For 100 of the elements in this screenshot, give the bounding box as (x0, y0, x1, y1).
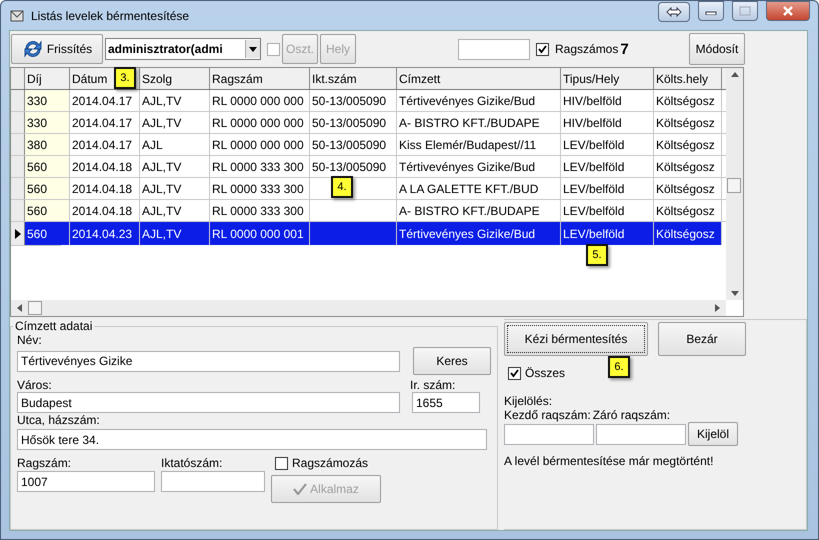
table-cell: AJL,TV (140, 200, 210, 221)
table-cell: 2014.04.18 (70, 200, 140, 221)
table-cell: Költségosz (654, 178, 722, 199)
name-field[interactable]: Tértivevényes Gizike (17, 350, 400, 372)
field-label: Iktatószám: (161, 456, 224, 470)
table-cell: Költségosz (654, 112, 722, 133)
table-cell: LEV/belföld (561, 156, 654, 177)
column-header[interactable]: Költs.hely (654, 68, 722, 89)
table-cell: Költségosz (654, 200, 722, 221)
table-cell: 330 (25, 90, 70, 111)
table-cell: A- BISTRO KFT./BUDAPE (397, 200, 561, 221)
table-cell: 2014.04.23 (70, 222, 140, 245)
table-cell: A- BISTRO KFT./BUDAPE (397, 112, 561, 133)
search-field[interactable] (458, 38, 530, 60)
table-cell: 560 (25, 178, 70, 199)
table-cell: 50-13/005090 (310, 112, 397, 133)
table-cell: 380 (25, 134, 70, 155)
close-button[interactable] (766, 1, 810, 21)
close-icon (782, 6, 794, 16)
section-label: Kijelölés: (504, 394, 554, 408)
column-header[interactable]: Címzett (397, 68, 561, 89)
field-label: Záró raqszám: (592, 408, 670, 422)
checkbox-label: Összes (525, 366, 566, 380)
table-cell: 2014.04.17 (70, 134, 140, 155)
table-cell: HIV/belföld (561, 90, 654, 111)
scroll-right-icon[interactable] (715, 304, 720, 312)
table-cell: LEV/belföld (561, 178, 654, 199)
column-header[interactable]: Díj (25, 68, 70, 89)
callout-label: 5. (586, 244, 608, 266)
table-cell: A LA GALETTE KFT./BUD (397, 178, 561, 199)
column-header[interactable]: Ikt.szám (310, 68, 397, 89)
status-message: A levél bérmentesítése már megtörtént! (504, 454, 714, 468)
postal-code-field[interactable]: 1655 (412, 392, 480, 413)
dropdown-arrow-icon (249, 46, 257, 52)
checkbox[interactable] (275, 456, 288, 470)
column-header[interactable]: Szolg (140, 68, 210, 89)
maximize-button[interactable] (732, 1, 758, 21)
field-label: Kezdő raqszám: (504, 408, 591, 422)
city-field[interactable]: Budapest (17, 392, 400, 413)
table-cell: Tértivevényes Gizike/Bud (397, 90, 561, 111)
table-cell: Költségosz (654, 156, 722, 177)
end-number-field[interactable] (596, 424, 686, 444)
table-cell: 560 (25, 200, 70, 221)
table-cell: 50-13/005090 (310, 134, 397, 155)
field-label: Név: (17, 333, 43, 347)
select-button[interactable]: Kijelöl (688, 422, 738, 446)
scroll-down-icon[interactable] (730, 291, 738, 296)
scroll-thumb[interactable] (28, 301, 42, 315)
table-cell: AJL,TV (140, 112, 210, 133)
current-row-icon (14, 228, 20, 238)
table-cell: LEV/belföld (561, 222, 654, 245)
column-header[interactable]: Ragszám (210, 68, 310, 89)
maximize-icon (739, 6, 751, 16)
field-label: Ir. szám: (410, 378, 456, 392)
search-button[interactable]: Keres (413, 347, 491, 375)
table-cell: RL 0000 333 300 (210, 178, 310, 199)
checkbox-label: Ragszámos (555, 42, 618, 56)
column-header[interactable]: Tipus/Hely (561, 68, 654, 89)
user-dropdown[interactable]: adminisztrator(admi (105, 38, 261, 60)
table-cell: AJL (140, 134, 210, 155)
horizontal-scrollbar[interactable] (11, 300, 726, 316)
callout-label: 4. (331, 176, 353, 198)
scroll-left-icon[interactable] (17, 304, 22, 312)
refresh-icon (22, 38, 44, 60)
table-cell: 50-13/005090 (310, 90, 397, 111)
scroll-thumb[interactable] (727, 178, 741, 193)
checkbox[interactable] (508, 366, 521, 380)
modify-button[interactable]: Módosít (689, 33, 745, 65)
manual-franking-button[interactable]: Kézi bérmentesítés (504, 322, 648, 356)
table-cell: HIV/belföld (561, 112, 654, 133)
scroll-up-icon[interactable] (730, 72, 738, 77)
start-number-field[interactable] (504, 424, 594, 444)
tracking-number-field[interactable]: 1007 (17, 471, 155, 492)
field-label: Város: (17, 378, 53, 392)
checkbox-label: Ragszámozás (292, 456, 368, 470)
table-cell: 560 (25, 156, 70, 177)
group-title: Címzett adatai (14, 319, 94, 333)
vertical-scrollbar[interactable] (726, 68, 743, 300)
table-cell: Kiss Elemér/Budapest//11 (397, 134, 561, 155)
table-cell: LEV/belföld (561, 200, 654, 221)
table-cell: Költségosz (654, 90, 722, 111)
street-field[interactable]: Hősök tere 34. (17, 429, 487, 450)
table-cell: RL 0000 000 000 (210, 112, 310, 133)
callout-label: 6. (608, 356, 630, 378)
minimize-button[interactable] (698, 1, 724, 21)
row-indicator[interactable] (11, 222, 25, 245)
refresh-button[interactable]: Frissítés (11, 34, 103, 64)
filing-number-field[interactable] (161, 471, 265, 492)
table-cell: RL 0000 333 300 (210, 156, 310, 177)
table-cell: Költségosz (654, 222, 722, 245)
table-cell: AJL,TV (140, 90, 210, 111)
checkmark-icon (293, 483, 308, 495)
table-cell: Tértivevényes Gizike/Bud (397, 156, 561, 177)
close-dialog-button[interactable]: Bezár (658, 322, 746, 356)
resize-button[interactable] (658, 2, 690, 22)
table-cell: AJL,TV (140, 222, 210, 245)
table-cell: RL 0000 000 001 (210, 222, 310, 245)
table-cell: LEV/belföld (561, 134, 654, 155)
table-cell: RL 0000 000 000 (210, 134, 310, 155)
checkbox[interactable] (536, 42, 549, 56)
